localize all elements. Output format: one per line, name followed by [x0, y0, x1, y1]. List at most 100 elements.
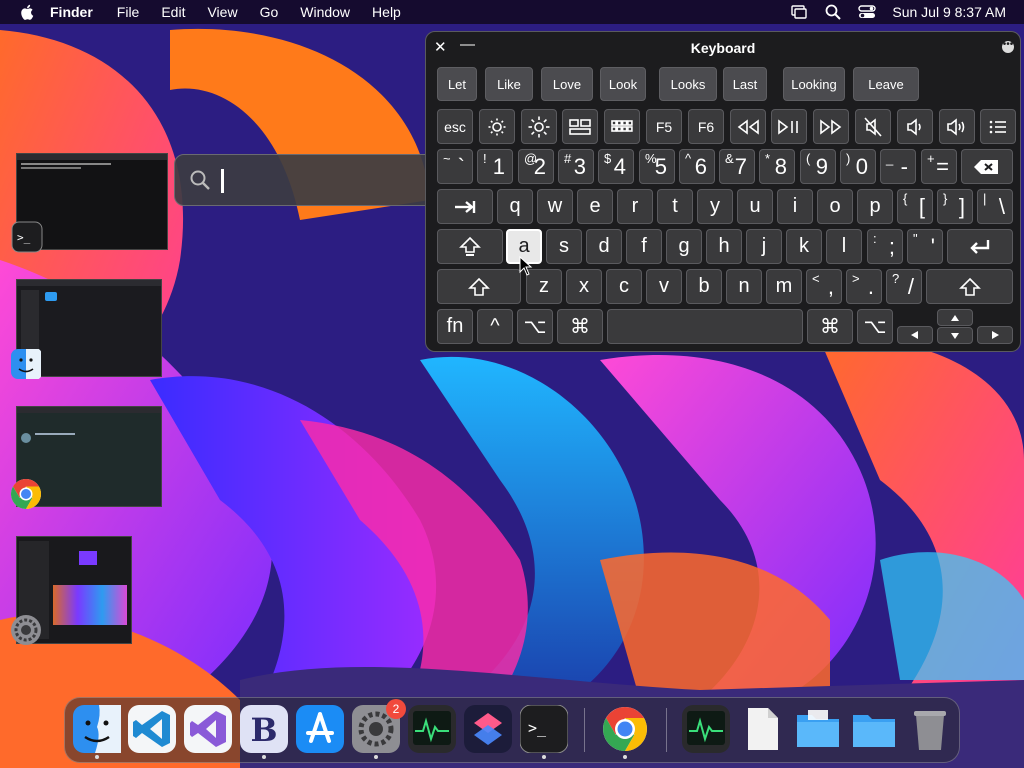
- dock-finder-icon[interactable]: [73, 705, 121, 759]
- key-space[interactable]: [607, 309, 803, 344]
- key-o[interactable]: o: [817, 189, 853, 224]
- dock-folder-icon[interactable]: [850, 705, 898, 753]
- key-period[interactable]: >.: [846, 269, 882, 304]
- suggestion-leave[interactable]: Leave: [853, 67, 919, 101]
- key-slash[interactable]: ? /: [886, 269, 922, 304]
- key-3[interactable]: #3: [558, 149, 594, 184]
- dock-activity-monitor-icon[interactable]: [408, 705, 456, 753]
- key-d[interactable]: d: [586, 229, 622, 264]
- key-left-bracket[interactable]: {[: [897, 189, 933, 224]
- key-option-left[interactable]: ⌥: [517, 309, 553, 344]
- key-2[interactable]: @2: [518, 149, 554, 184]
- key-b[interactable]: b: [686, 269, 722, 304]
- chrome-app-icon[interactable]: [10, 478, 42, 510]
- menu-edit[interactable]: Edit: [161, 4, 185, 20]
- menu-app-name[interactable]: Finder: [50, 4, 93, 20]
- key-u[interactable]: u: [737, 189, 773, 224]
- key-caps-lock[interactable]: [437, 229, 503, 264]
- suggestion-looks[interactable]: Looks: [659, 67, 717, 101]
- dock-folder-icon[interactable]: [794, 705, 842, 753]
- more-options-icon[interactable]: •••: [1002, 40, 1014, 53]
- key-f5[interactable]: F5: [646, 109, 682, 144]
- key-x[interactable]: x: [566, 269, 602, 304]
- key-esc[interactable]: esc: [437, 109, 473, 144]
- key-volume-up[interactable]: [939, 109, 975, 144]
- key-command-right[interactable]: ⌘: [807, 309, 853, 344]
- suggestion-last[interactable]: Last: [723, 67, 767, 101]
- key-arrow-up[interactable]: [937, 309, 973, 326]
- menu-file[interactable]: File: [117, 4, 140, 20]
- key-rewind[interactable]: [730, 109, 766, 144]
- key-backtick[interactable]: ~ `: [437, 149, 473, 184]
- key-5[interactable]: % 5: [639, 149, 675, 184]
- key-y[interactable]: y: [697, 189, 733, 224]
- search-input[interactable]: [219, 165, 423, 197]
- key-minus[interactable]: _ -: [880, 149, 916, 184]
- spotlight-search-icon[interactable]: [824, 3, 842, 21]
- key-j[interactable]: j: [746, 229, 782, 264]
- key-tab[interactable]: [437, 189, 493, 224]
- key-6[interactable]: ^ 6: [679, 149, 715, 184]
- key-control[interactable]: ^: [477, 309, 513, 344]
- key-mute[interactable]: [855, 109, 891, 144]
- suggestion-look[interactable]: Look: [600, 67, 646, 101]
- dock-system-settings-icon[interactable]: 2: [352, 699, 406, 759]
- menu-help[interactable]: Help: [372, 4, 401, 20]
- key-arrow-right[interactable]: [977, 326, 1013, 344]
- key-quote[interactable]: " ': [907, 229, 943, 264]
- key-t[interactable]: t: [657, 189, 693, 224]
- key-l[interactable]: l: [826, 229, 862, 264]
- key-7[interactable]: & 7: [719, 149, 755, 184]
- key-list[interactable]: [980, 109, 1016, 144]
- key-n[interactable]: n: [726, 269, 762, 304]
- key-option-right[interactable]: ⌥: [857, 309, 893, 344]
- key-8[interactable]: * 8: [759, 149, 795, 184]
- menu-go[interactable]: Go: [260, 4, 279, 20]
- dock-shortcuts-icon[interactable]: [464, 705, 512, 753]
- key-comma[interactable]: <,: [806, 269, 842, 304]
- key-brightness-down[interactable]: [479, 109, 515, 144]
- key-fn[interactable]: fn: [437, 309, 473, 344]
- key-e[interactable]: e: [577, 189, 613, 224]
- key-f6[interactable]: F6: [688, 109, 724, 144]
- key-play-pause[interactable]: [771, 109, 807, 144]
- key-1[interactable]: ! 1: [477, 149, 513, 184]
- key-q[interactable]: q: [497, 189, 533, 224]
- control-center-icon[interactable]: [858, 3, 877, 21]
- key-h[interactable]: h: [706, 229, 742, 264]
- key-return[interactable]: [947, 229, 1013, 264]
- key-9[interactable]: (9: [800, 149, 836, 184]
- suggestion-like[interactable]: Like: [485, 67, 533, 101]
- suggestion-looking[interactable]: Looking: [783, 67, 845, 101]
- key-delete[interactable]: [961, 149, 1013, 184]
- terminal-app-icon[interactable]: >_: [11, 221, 43, 253]
- menu-view[interactable]: View: [207, 4, 237, 20]
- key-brightness-up[interactable]: [521, 109, 557, 144]
- suggestion-love[interactable]: Love: [541, 67, 593, 101]
- key-s[interactable]: s: [546, 229, 582, 264]
- dock-app-store-icon[interactable]: [296, 705, 344, 753]
- dock-google-chrome-icon[interactable]: [601, 705, 649, 759]
- key-shift-right[interactable]: [926, 269, 1013, 304]
- screen-mirroring-icon[interactable]: [790, 3, 808, 21]
- key-equals[interactable]: + =: [921, 149, 957, 184]
- system-settings-app-icon[interactable]: [10, 614, 42, 646]
- dock-bbedit-icon[interactable]: B: [240, 705, 288, 759]
- key-c[interactable]: c: [606, 269, 642, 304]
- dock-visual-studio-icon[interactable]: [184, 705, 232, 753]
- key-f[interactable]: f: [626, 229, 662, 264]
- key-p[interactable]: p: [857, 189, 893, 224]
- search-field[interactable]: [174, 154, 436, 206]
- dock-activity-monitor-icon[interactable]: [682, 705, 730, 753]
- dock-terminal-icon[interactable]: >_: [519, 704, 569, 759]
- key-k[interactable]: k: [786, 229, 822, 264]
- key-command-left[interactable]: ⌘: [557, 309, 603, 344]
- key-right-bracket[interactable]: }]: [937, 189, 973, 224]
- key-shift-left[interactable]: [437, 269, 521, 304]
- key-4[interactable]: $4: [598, 149, 634, 184]
- menubar-clock[interactable]: Sun Jul 9 8:37 AM: [892, 4, 1006, 20]
- key-backslash[interactable]: | \: [977, 189, 1013, 224]
- dock-visual-studio-code-icon[interactable]: [128, 705, 176, 753]
- suggestion-let[interactable]: Let: [437, 67, 477, 101]
- key-volume-down[interactable]: [897, 109, 933, 144]
